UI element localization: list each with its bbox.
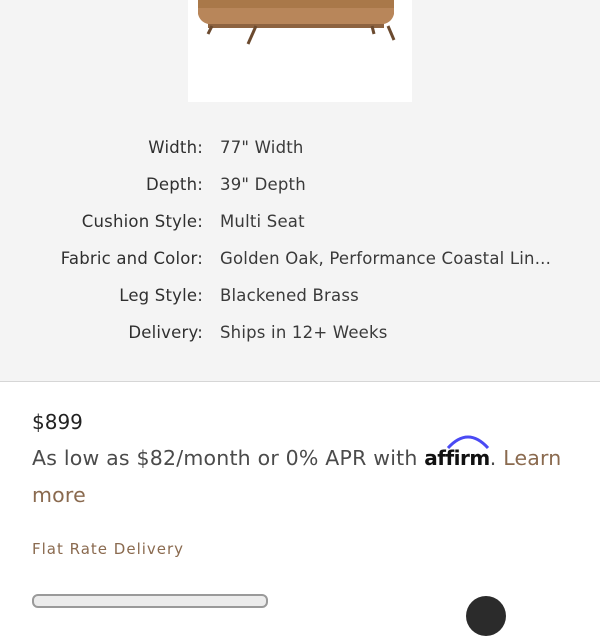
spec-value: Blackened Brass (220, 286, 359, 305)
spec-value: 77" Width (220, 138, 304, 157)
spec-value: Multi Seat (220, 212, 305, 231)
chat-button[interactable] (466, 596, 506, 636)
sofa-product-image (198, 0, 396, 45)
spec-value: Golden Oak, Performance Coastal Lin... (220, 249, 552, 268)
financing-text: As low as $82/month or 0% APR with (32, 446, 425, 470)
section-divider (0, 381, 600, 382)
affirm-logo: affirm (424, 435, 490, 477)
product-image-card[interactable] (188, 0, 412, 102)
spec-row-fabric-color: Fabric and Color: Golden Oak, Performanc… (0, 241, 600, 277)
spec-value: 39" Depth (220, 175, 306, 194)
spec-row-leg-style: Leg Style: Blackened Brass (0, 278, 600, 314)
spec-label: Width: (148, 138, 203, 157)
spec-label: Fabric and Color: (60, 249, 203, 268)
financing-punctuation: . (489, 446, 504, 470)
spec-row-delivery: Delivery: Ships in 12+ Weeks (0, 315, 600, 351)
spec-label: Depth: (145, 175, 203, 194)
financing-message: As low as $82/month or 0% APR with affir… (32, 435, 577, 514)
spec-row-width: Width: 77" Width (0, 130, 600, 166)
product-price: $899 (32, 410, 83, 434)
spec-label: Cushion Style: (81, 212, 203, 231)
quantity-selector[interactable] (32, 594, 268, 608)
spec-label: Leg Style: (119, 286, 203, 305)
spec-row-cushion-style: Cushion Style: Multi Seat (0, 204, 600, 240)
spec-row-depth: Depth: 39" Depth (0, 167, 600, 203)
spec-label: Delivery: (128, 323, 203, 342)
flat-rate-delivery-link[interactable]: Flat Rate Delivery (32, 540, 184, 558)
spec-value: Ships in 12+ Weeks (220, 323, 388, 342)
affirm-arc-icon (447, 435, 490, 450)
